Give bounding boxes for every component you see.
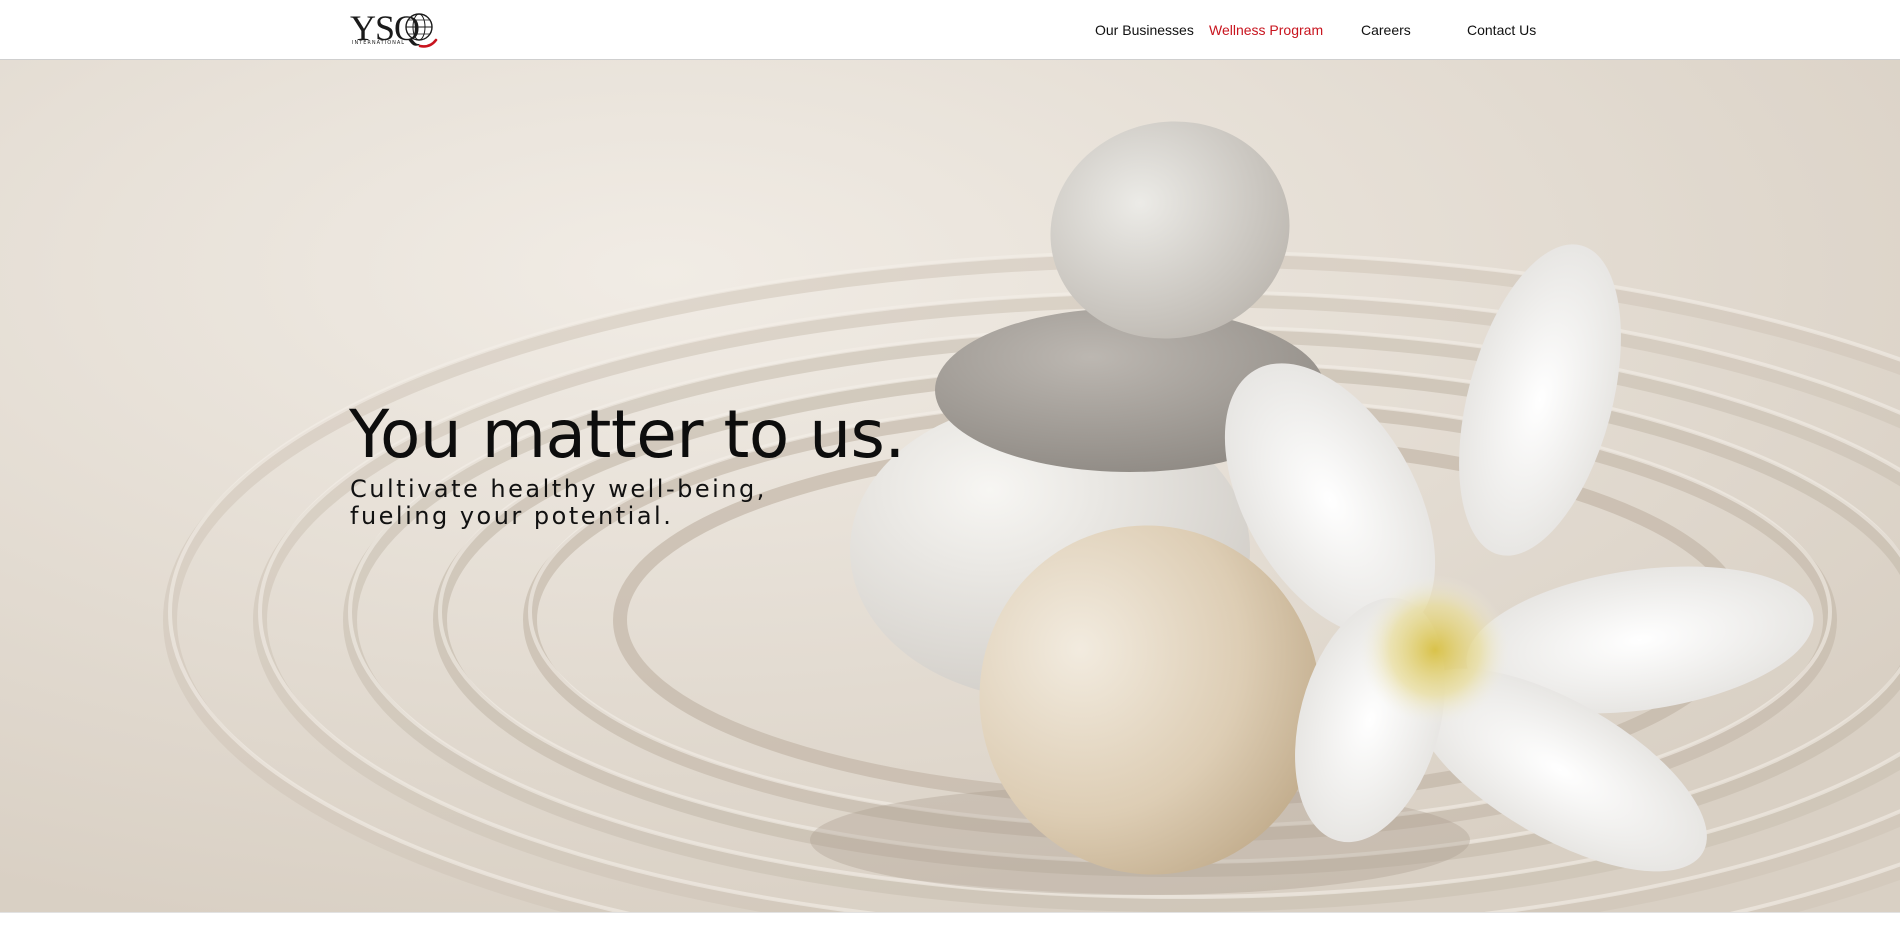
hero-subline-2: fueling your potential.	[350, 502, 674, 530]
logo-subtext: INTERNATIONAL	[352, 40, 406, 46]
hero-image	[0, 60, 1900, 912]
site-header: YSQ INTERNATIONAL Our Businesses Wellnes…	[0, 0, 1900, 60]
logo[interactable]: YSQ INTERNATIONAL	[350, 8, 440, 48]
nav-contact-us[interactable]: Contact Us	[1467, 20, 1536, 40]
hero-subline: Cultivate healthy well-being, fueling yo…	[350, 476, 870, 530]
hero-subline-1: Cultivate healthy well-being,	[350, 475, 767, 503]
hero-headline: You matter to us.	[349, 396, 905, 473]
below-fold-strip	[0, 912, 1900, 943]
nav-wellness-program[interactable]: Wellness Program	[1209, 20, 1323, 40]
page: YSQ INTERNATIONAL Our Businesses Wellnes…	[0, 0, 1900, 943]
globe-icon	[405, 13, 438, 48]
nav-careers[interactable]: Careers	[1361, 20, 1411, 40]
hero-banner: You matter to us. Cultivate healthy well…	[0, 60, 1900, 912]
nav-our-businesses[interactable]: Our Businesses	[1095, 20, 1194, 40]
